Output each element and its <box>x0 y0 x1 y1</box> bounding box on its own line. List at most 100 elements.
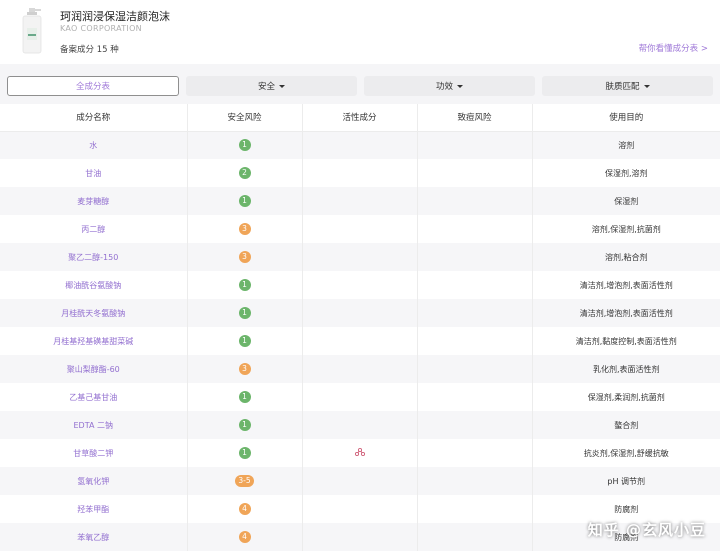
watermark: 知乎 @玄风小豆 <box>587 521 706 539</box>
acne-risk-cell <box>417 159 533 187</box>
acne-risk-cell <box>417 467 533 495</box>
safety-risk-cell: 1 <box>187 187 303 215</box>
tab-all-ingredients[interactable]: 全成分表 <box>7 76 179 96</box>
safety-risk-badge: 3-5 <box>235 475 254 487</box>
acne-risk-cell <box>417 187 533 215</box>
purpose-cell: 清洁剂,黏度控制,表面活性剂 <box>532 327 720 355</box>
active-ingredient-cell <box>302 327 418 355</box>
ingredient-name-cell: 水 <box>0 131 188 159</box>
ingredient-name-link[interactable]: 氢氧化钾 <box>77 477 109 486</box>
acne-risk-cell <box>417 439 533 467</box>
skin-match-filter-label: 肤质匹配 <box>605 82 640 92</box>
acne-risk-cell <box>417 383 533 411</box>
acne-risk-cell <box>417 355 533 383</box>
table-row: 月桂酰天冬氨酸钠 1 清洁剂,增泡剂,表面活性剂 <box>0 299 720 327</box>
ingredient-name-cell: 丙二醇 <box>0 215 188 243</box>
ingredient-name-cell: 氢氧化钾 <box>0 467 188 495</box>
table-row: 甘草酸二钾 1 抗炎剂,保湿剂,舒缓抗敏 <box>0 439 720 467</box>
product-bottle-image <box>22 8 42 54</box>
ingredient-name-link[interactable]: 月桂基羟基磺基甜菜碱 <box>53 337 133 346</box>
active-ingredient-cell <box>302 495 418 523</box>
ingredient-name-link[interactable]: 羟苯甲酯 <box>77 505 109 514</box>
product-header: 珂润润浸保湿洁颜泡沫 KAO CORPORATION 备案成分 15 种 帮你看… <box>0 0 720 64</box>
acne-risk-cell <box>417 243 533 271</box>
safety-risk-cell: 4 <box>187 495 303 523</box>
table-row: EDTA 二钠 1 螯合剂 <box>0 411 720 439</box>
table-row: 椰油酰谷氨酸钠 1 清洁剂,增泡剂,表面活性剂 <box>0 271 720 299</box>
ingredient-name-cell: 甘草酸二钾 <box>0 439 188 467</box>
safety-risk-badge: 1 <box>238 391 251 403</box>
ingredient-name-link[interactable]: 月桂酰天冬氨酸钠 <box>61 309 125 318</box>
purpose-cell: 保湿剂,柔润剂,抗菌剂 <box>532 383 720 411</box>
ingredient-name-link[interactable]: 甘油 <box>85 169 101 178</box>
ingredient-name-cell: 聚山梨醇酯-60 <box>0 355 188 383</box>
safety-risk-badge: 4 <box>238 531 251 543</box>
help-understand-link[interactable]: 帮你看懂成分表 > <box>639 42 708 54</box>
ingredient-name-link[interactable]: 水 <box>89 141 97 150</box>
ingredient-name-link[interactable]: EDTA 二钠 <box>74 421 114 430</box>
active-ingredient-cell <box>302 215 418 243</box>
ingredient-name-cell: 甘油 <box>0 159 188 187</box>
safety-risk-badge: 1 <box>238 447 251 459</box>
table-row: 聚山梨醇酯-60 3 乳化剂,表面活性剂 <box>0 355 720 383</box>
active-ingredient-cell <box>302 355 418 383</box>
table-row: 乙基己基甘油 1 保湿剂,柔润剂,抗菌剂 <box>0 383 720 411</box>
ingredient-name-link[interactable]: 椰油酰谷氨酸钠 <box>65 281 121 290</box>
active-ingredient-cell <box>302 271 418 299</box>
ingredient-name-link[interactable]: 聚乙二醇-150 <box>68 253 118 262</box>
table-row: 氢氧化钾 3-5 pH 调节剂 <box>0 467 720 495</box>
product-name: 珂润润浸保湿洁颜泡沫 <box>60 10 170 23</box>
ingredient-name-cell: 麦芽糖醇 <box>0 187 188 215</box>
table-row: 丙二醇 3 溶剂,保湿剂,抗菌剂 <box>0 215 720 243</box>
active-ingredient-cell <box>302 439 418 467</box>
active-ingredient-cell <box>302 467 418 495</box>
active-ingredient-cell <box>302 299 418 327</box>
safety-risk-badge: 3 <box>238 363 251 375</box>
active-ingredient-cell <box>302 187 418 215</box>
column-header-acne-risk: 致痘风险 <box>417 104 533 132</box>
ingredient-name-link[interactable]: 甘草酸二钾 <box>73 449 113 458</box>
safety-risk-cell: 1 <box>187 383 303 411</box>
purpose-cell: 溶剂,保湿剂,抗菌剂 <box>532 215 720 243</box>
safety-risk-cell: 1 <box>187 299 303 327</box>
safety-risk-cell: 1 <box>187 271 303 299</box>
table-row: 聚乙二醇-150 3 溶剂,粘合剂 <box>0 243 720 271</box>
purpose-cell: 溶剂 <box>532 131 720 159</box>
ingredient-name-link[interactable]: 乙基己基甘油 <box>69 393 117 402</box>
function-filter-dropdown[interactable]: 功效 <box>364 76 535 96</box>
table-row: 月桂基羟基磺基甜菜碱 1 清洁剂,黏度控制,表面活性剂 <box>0 327 720 355</box>
acne-risk-cell <box>417 271 533 299</box>
safety-risk-badge: 2 <box>238 167 251 179</box>
active-ingredient-cell <box>302 383 418 411</box>
molecule-icon <box>354 447 365 457</box>
active-ingredient-cell <box>302 131 418 159</box>
safety-risk-cell: 1 <box>187 411 303 439</box>
safety-risk-badge: 4 <box>238 503 251 515</box>
column-header-safety-risk: 安全风险 <box>187 104 303 132</box>
safety-risk-badge: 1 <box>238 139 251 152</box>
purpose-cell: 乳化剂,表面活性剂 <box>532 355 720 383</box>
ingredient-name-link[interactable]: 丙二醇 <box>81 225 105 234</box>
safety-risk-badge: 1 <box>238 335 251 347</box>
safety-risk-badge: 1 <box>238 279 251 291</box>
ingredient-name-link[interactable]: 麦芽糖醇 <box>77 197 109 206</box>
tab-all-ingredients-label: 全成分表 <box>75 82 110 92</box>
table-row: 麦芽糖醇 1 保湿剂 <box>0 187 720 215</box>
purpose-cell: 溶剂,粘合剂 <box>532 243 720 271</box>
safety-filter-dropdown[interactable]: 安全 <box>186 76 357 96</box>
ingredient-name-link[interactable]: 苯氧乙醇 <box>77 533 109 542</box>
safety-risk-cell: 1 <box>187 439 303 467</box>
skin-match-filter-dropdown[interactable]: 肤质匹配 <box>542 76 713 96</box>
safety-risk-badge: 3 <box>238 251 251 263</box>
ingredient-name-cell: 椰油酰谷氨酸钠 <box>0 271 188 299</box>
column-header-purpose: 使用目的 <box>532 104 720 132</box>
ingredient-name-cell: 乙基己基甘油 <box>0 383 188 411</box>
column-header-active: 活性成分 <box>302 104 418 132</box>
acne-risk-cell <box>417 495 533 523</box>
chevron-down-icon <box>279 84 285 88</box>
ingredient-name-link[interactable]: 聚山梨醇酯-60 <box>67 365 120 374</box>
ingredient-count: 备案成分 15 种 <box>60 45 119 55</box>
purpose-cell: 抗炎剂,保湿剂,舒缓抗敏 <box>532 439 720 467</box>
purpose-cell: 保湿剂,溶剂 <box>532 159 720 187</box>
acne-risk-cell <box>417 523 533 551</box>
